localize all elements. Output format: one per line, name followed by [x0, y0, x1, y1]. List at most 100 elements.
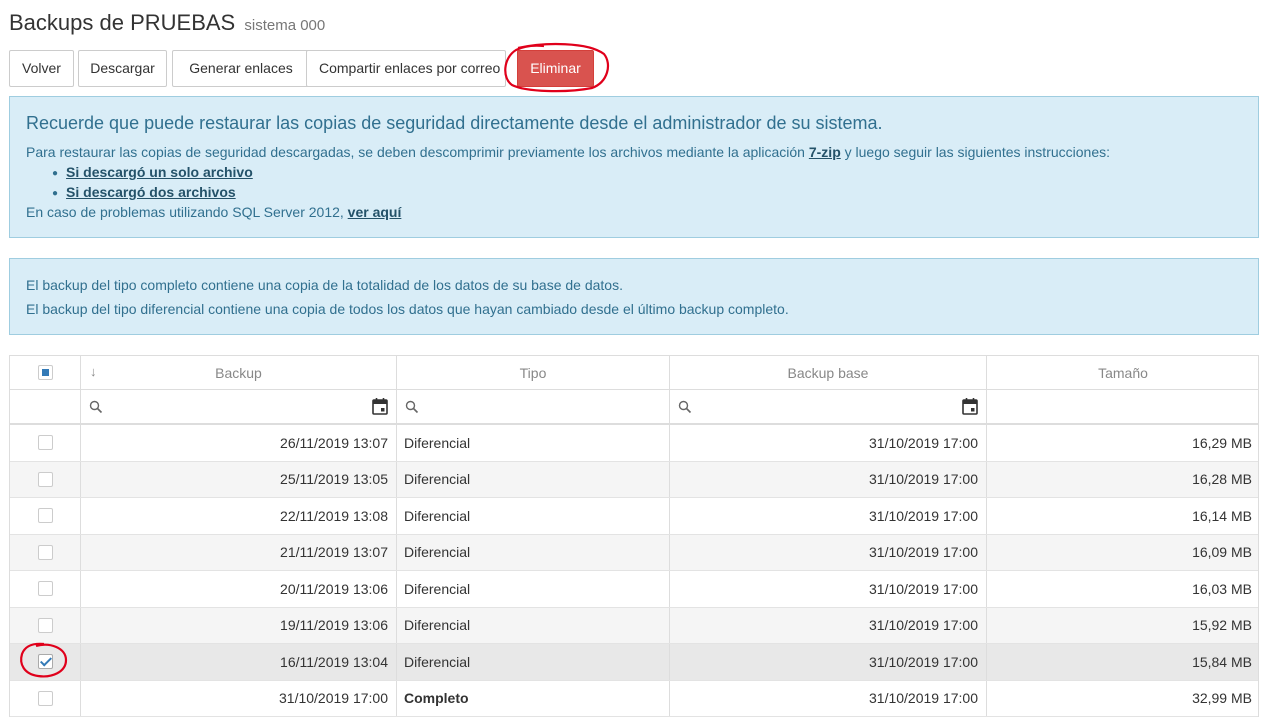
row-checkbox[interactable]: [37, 690, 53, 706]
backup-base-date: 31/10/2019 17:00: [670, 680, 987, 716]
backup-base-date: 31/10/2019 17:00: [670, 534, 987, 570]
backup-type: Diferencial: [397, 607, 670, 643]
row-checkbox[interactable]: [37, 544, 53, 560]
backup-size: 15,84 MB: [1192, 653, 1252, 670]
restore-instructions-text-after: y luego seguir las siguientes instruccio…: [840, 144, 1111, 160]
backup-type: Diferencial: [397, 644, 670, 680]
back-button[interactable]: Volver: [9, 50, 74, 87]
page-subtitle: sistema 000: [244, 17, 326, 34]
backup-base-date: 31/10/2019 17:00: [670, 571, 987, 607]
bullet-icon: ●: [52, 187, 59, 199]
tipo-filter[interactable]: [397, 390, 670, 423]
list-item: ● Si descargó dos archivos: [52, 184, 236, 200]
calendar-icon[interactable]: [372, 398, 388, 415]
restore-info-alert: Recuerde que puede restaurar las copias …: [9, 96, 1259, 238]
table-row[interactable]: 21/11/2019 13:07 Diferencial 31/10/2019 …: [10, 534, 1258, 571]
7zip-link[interactable]: 7-zip: [809, 144, 841, 160]
backup-date: 21/11/2019 13:07: [81, 534, 397, 570]
row-select-cell: [10, 425, 81, 461]
backup-size: 15,92 MB: [1192, 617, 1252, 634]
table-row[interactable]: 19/11/2019 13:06 Diferencial 31/10/2019 …: [10, 607, 1258, 644]
share-links-by-email-button[interactable]: Compartir enlaces por correo: [306, 50, 506, 87]
delete-button[interactable]: Eliminar: [517, 50, 594, 87]
row-select-cell: [10, 571, 81, 607]
restore-info-heading: Recuerde que puede restaurar las copias …: [26, 113, 883, 133]
backup-base-date: 31/10/2019 17:00: [670, 607, 987, 643]
sql-server-problems-text: En caso de problemas utilizando SQL Serv…: [26, 204, 348, 220]
row-select-cell: [10, 607, 81, 643]
backup-base-date: 31/10/2019 17:00: [670, 644, 987, 680]
backup-base-date: 31/10/2019 17:00: [670, 461, 987, 497]
column-header-backup-label: Backup: [215, 364, 262, 381]
sql-server-problems: En caso de problemas utilizando SQL Serv…: [26, 204, 401, 220]
backup-base-date: 31/10/2019 17:00: [670, 498, 987, 534]
backup-size: 16,14 MB: [1192, 507, 1252, 524]
select-all-checkbox[interactable]: [37, 365, 53, 380]
page-title-text: Backups de PRUEBAS: [9, 10, 236, 35]
calendar-icon[interactable]: [962, 398, 978, 415]
row-select-cell: [10, 644, 81, 680]
backup-date: 25/11/2019 13:05: [81, 461, 397, 497]
row-select-cell: [10, 680, 81, 716]
page-title: Backups de PRUEBAS sistema 000: [9, 10, 325, 36]
backup-filter[interactable]: [81, 390, 397, 423]
column-header-tipo-label: Tipo: [519, 364, 547, 381]
table-row[interactable]: 31/10/2019 17:00 Completo 31/10/2019 17:…: [10, 680, 1258, 717]
backups-grid: ↓ Backup Tipo Backup base Tamaño 26/11/2…: [9, 355, 1259, 717]
column-header-backup-base[interactable]: Backup base: [670, 356, 987, 389]
table-row[interactable]: 20/11/2019 13:06 Diferencial 31/10/2019 …: [10, 571, 1258, 608]
sort-down-arrow-icon: ↓: [90, 364, 97, 379]
backup-base-filter[interactable]: [670, 390, 987, 423]
backup-base-date: 31/10/2019 17:00: [670, 425, 987, 461]
backup-date: 22/11/2019 13:08: [81, 498, 397, 534]
row-checkbox[interactable]: [37, 617, 53, 633]
row-checkbox[interactable]: [37, 435, 53, 451]
two-files-link[interactable]: Si descargó dos archivos: [66, 184, 236, 200]
select-all-cell: [10, 356, 81, 389]
column-header-backup[interactable]: ↓ Backup: [81, 356, 397, 389]
restore-instructions-text: Para restaurar las copias de seguridad d…: [26, 144, 809, 160]
backup-size: 16,28 MB: [1192, 471, 1252, 488]
search-icon: [405, 400, 419, 413]
backup-type: Completo: [397, 680, 670, 716]
backup-size: 16,09 MB: [1192, 544, 1252, 561]
backup-type: Diferencial: [397, 571, 670, 607]
backup-date: 31/10/2019 17:00: [81, 680, 397, 716]
search-icon: [89, 400, 103, 413]
table-row[interactable]: 26/11/2019 13:07 Diferencial 31/10/2019 …: [10, 425, 1258, 462]
backup-size: 32,99 MB: [1192, 690, 1252, 707]
row-checkbox[interactable]: [37, 581, 53, 597]
backup-type: Diferencial: [397, 461, 670, 497]
row-select-cell: [10, 461, 81, 497]
backup-size: 16,03 MB: [1192, 580, 1252, 597]
row-select-cell: [10, 498, 81, 534]
row-checkbox-checked[interactable]: [37, 654, 53, 670]
grid-filter-row: [10, 390, 1258, 425]
restore-instructions: Para restaurar las copias de seguridad d…: [26, 144, 1110, 160]
row-select-cell: [10, 534, 81, 570]
row-checkbox[interactable]: [37, 508, 53, 524]
single-file-link[interactable]: Si descargó un solo archivo: [66, 164, 253, 180]
tamano-filter: [987, 390, 1259, 423]
download-button[interactable]: Descargar: [78, 50, 167, 87]
table-row-selected[interactable]: 16/11/2019 13:04 Diferencial 31/10/2019 …: [10, 644, 1258, 681]
column-header-tamano-label: Tamaño: [1098, 364, 1148, 381]
backup-date: 20/11/2019 13:06: [81, 571, 397, 607]
backup-date: 26/11/2019 13:07: [81, 425, 397, 461]
list-item: ● Si descargó un solo archivo: [52, 164, 253, 180]
grid-header-row: ↓ Backup Tipo Backup base Tamaño: [10, 356, 1258, 390]
column-header-backup-base-label: Backup base: [787, 364, 869, 381]
backup-size: 16,29 MB: [1192, 434, 1252, 451]
column-header-tipo[interactable]: Tipo: [397, 356, 670, 389]
generate-links-button[interactable]: Generar enlaces: [172, 50, 310, 87]
backup-type: Diferencial: [397, 498, 670, 534]
backup-types-alert: El backup del tipo completo contiene una…: [9, 258, 1259, 335]
differential-backup-note: El backup del tipo diferencial contiene …: [26, 301, 789, 317]
backup-date: 16/11/2019 13:04: [81, 644, 397, 680]
row-checkbox[interactable]: [37, 471, 53, 487]
backup-date: 19/11/2019 13:06: [81, 607, 397, 643]
table-row[interactable]: 22/11/2019 13:08 Diferencial 31/10/2019 …: [10, 498, 1258, 535]
see-here-link[interactable]: ver aquí: [348, 204, 402, 220]
column-header-tamano[interactable]: Tamaño: [987, 356, 1259, 389]
table-row[interactable]: 25/11/2019 13:05 Diferencial 31/10/2019 …: [10, 461, 1258, 498]
